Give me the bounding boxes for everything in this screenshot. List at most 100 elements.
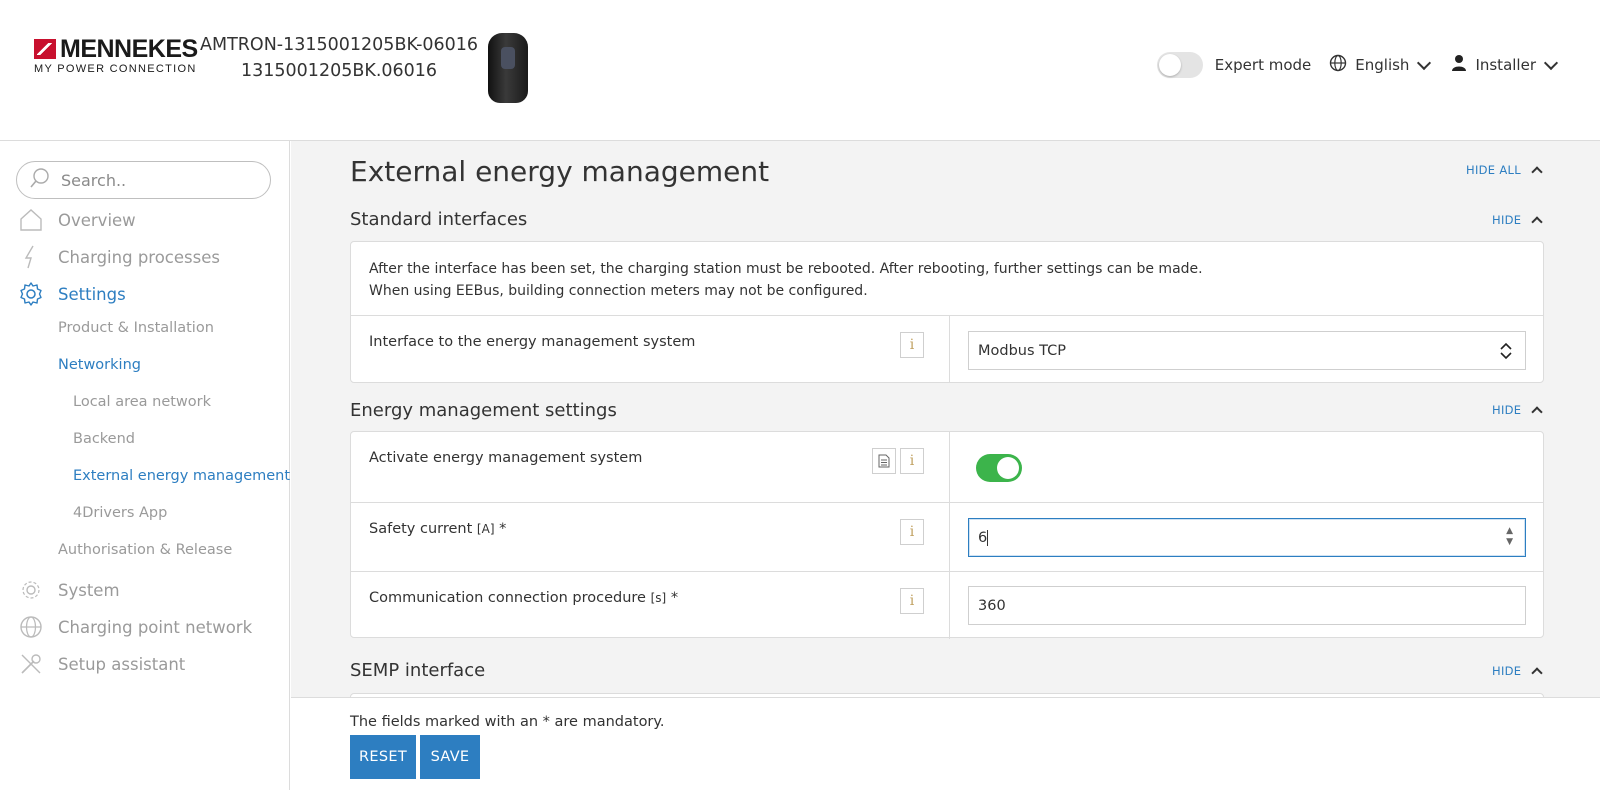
- interface-row: Interface to the energy management syste…: [351, 315, 1543, 383]
- safety-current-unit: [A]: [476, 522, 495, 536]
- form-footer: The fields marked with an * are mandator…: [291, 697, 1600, 790]
- app-header: MENNEKES MY POWER CONNECTION AMTRON-1315…: [0, 0, 1600, 141]
- brand-name: MENNEKES: [60, 35, 198, 63]
- mandatory-mark: *: [499, 521, 507, 537]
- expert-mode-toggle[interactable]: [1156, 52, 1203, 78]
- sidebar-item-backend[interactable]: Backend: [73, 431, 135, 447]
- mandatory-note: The fields marked with an * are mandator…: [350, 714, 665, 730]
- charging-station-image: [488, 33, 528, 103]
- document-icon[interactable]: [872, 448, 896, 474]
- interface-label: Interface to the energy management syste…: [369, 334, 696, 350]
- sidebar-item-product-installation[interactable]: Product & Installation: [58, 320, 214, 336]
- standard-interfaces-card: After the interface has been set, the ch…: [350, 241, 1544, 383]
- sidebar-item-4drivers-app[interactable]: 4Drivers App: [73, 505, 167, 521]
- brand-tagline: MY POWER CONNECTION: [34, 63, 197, 75]
- hide-label: HIDE: [1492, 213, 1522, 227]
- info-button[interactable]: i: [900, 588, 924, 614]
- sidebar-item-label: Authorisation & Release: [58, 542, 233, 558]
- mennekes-logo: MENNEKES MY POWER CONNECTION: [34, 35, 198, 75]
- communication-value: 360: [978, 597, 1006, 614]
- globe-icon: [1329, 54, 1347, 76]
- sidebar-item-authorisation-release[interactable]: Authorisation & Release: [58, 542, 232, 558]
- search-input[interactable]: Search..: [61, 171, 126, 190]
- page-title: External energy management: [350, 155, 770, 188]
- spinner-icon[interactable]: ▲ ▼: [1506, 526, 1513, 548]
- hide-energy-management-button[interactable]: HIDE: [1492, 403, 1544, 418]
- sidebar-item-settings[interactable]: Settings: [0, 281, 126, 307]
- row-divider: [949, 316, 950, 383]
- sidebar-item-label: Overview: [58, 210, 136, 230]
- chevron-up-icon: [1531, 406, 1544, 418]
- row-divider: [949, 572, 950, 639]
- mandatory-mark: *: [670, 590, 679, 606]
- interface-notice: After the interface has been set, the ch…: [369, 258, 1203, 302]
- hide-label: HIDE: [1492, 403, 1522, 417]
- sidebar-item-system[interactable]: System: [0, 577, 120, 603]
- system-cog-icon: [18, 577, 44, 603]
- sidebar-item-local-area-network[interactable]: Local area network: [73, 394, 211, 410]
- header-controls: Expert mode English Installer: [1156, 52, 1564, 78]
- sidebar-item-external-energy-management[interactable]: External energy management: [73, 468, 290, 484]
- section-title-standard-interfaces: Standard interfaces: [350, 209, 528, 230]
- globe-icon: [18, 614, 44, 640]
- safety-current-text: Safety current: [369, 521, 473, 537]
- communication-label: Communication connection procedure [s] *: [369, 590, 678, 606]
- gear-icon: [18, 281, 44, 307]
- sidebar-item-networking[interactable]: Networking: [58, 357, 141, 373]
- chevron-down-icon: [1543, 55, 1559, 70]
- sidebar-item-label: Backend: [73, 431, 136, 447]
- sidebar-item-label: Setup assistant: [58, 654, 186, 674]
- hide-all-label: HIDE ALL: [1466, 163, 1521, 177]
- safety-current-label: Safety current [A] *: [369, 521, 506, 537]
- sidebar-item-label: System: [58, 580, 120, 600]
- sidebar-item-label: Product & Installation: [58, 320, 214, 336]
- communication-input[interactable]: 360: [968, 586, 1526, 625]
- row-divider: [949, 503, 950, 572]
- safety-current-row: Safety current [A] * i 6 ▲ ▼: [351, 502, 1543, 572]
- select-updown-icon: [1499, 341, 1513, 365]
- sidebar-item-setup-assistant[interactable]: Setup assistant: [0, 651, 185, 677]
- info-button[interactable]: i: [900, 519, 924, 545]
- reset-button[interactable]: RESET: [350, 735, 416, 779]
- interface-select-value: Modbus TCP: [978, 342, 1067, 359]
- search-box[interactable]: Search..: [16, 161, 271, 199]
- section-title-energy-management-settings: Energy management settings: [350, 400, 617, 421]
- sidebar-item-label: Settings: [58, 284, 126, 304]
- sidebar-item-label: Charging point network: [58, 617, 253, 637]
- hide-semp-button[interactable]: HIDE: [1492, 664, 1544, 679]
- sidebar-item-label: Local area network: [73, 394, 212, 410]
- sidebar-item-label: 4Drivers App: [73, 505, 168, 521]
- sidebar-item-charging-processes[interactable]: Charging processes: [0, 244, 220, 270]
- activate-ems-label: Activate energy management system: [369, 450, 643, 466]
- activate-ems-toggle[interactable]: [976, 454, 1022, 482]
- user-menu[interactable]: Installer: [1475, 55, 1564, 74]
- user-icon: [1451, 54, 1467, 76]
- text-cursor: [987, 529, 989, 546]
- safety-current-value: 6: [978, 529, 988, 546]
- chevron-down-icon: [1417, 55, 1432, 70]
- chevron-up-icon: [1531, 216, 1544, 228]
- activate-ems-row: Activate energy management system i: [351, 432, 1543, 503]
- hide-standard-interfaces-button[interactable]: HIDE: [1492, 213, 1544, 228]
- row-divider: [949, 432, 950, 503]
- tools-icon: [18, 651, 44, 677]
- info-button[interactable]: i: [900, 448, 924, 474]
- safety-current-input[interactable]: 6 ▲ ▼: [968, 518, 1526, 557]
- language-selector[interactable]: English: [1355, 55, 1437, 74]
- sidebar-item-overview[interactable]: Overview: [0, 207, 136, 233]
- home-icon: [18, 207, 44, 233]
- save-button[interactable]: SAVE: [420, 735, 480, 779]
- hide-all-button[interactable]: HIDE ALL: [1466, 163, 1543, 178]
- interface-notice-row: After the interface has been set, the ch…: [351, 242, 1543, 316]
- chevron-up-icon: [1531, 667, 1544, 679]
- device-info: AMTRON-1315001205BK-06016 1315001205BK.0…: [200, 32, 478, 84]
- info-button[interactable]: i: [900, 332, 924, 358]
- chevron-up-icon: [1531, 166, 1543, 178]
- notice-line-2: When using EEBus, building connection me…: [369, 283, 868, 299]
- device-serial: 1315001205BK.06016: [241, 61, 438, 81]
- communication-unit: [s]: [650, 591, 667, 605]
- expert-mode-label: Expert mode: [1214, 56, 1312, 74]
- interface-select[interactable]: Modbus TCP: [968, 331, 1526, 370]
- sidebar-item-charging-point-network[interactable]: Charging point network: [0, 614, 252, 640]
- sidebar-item-label: Charging processes: [58, 247, 220, 267]
